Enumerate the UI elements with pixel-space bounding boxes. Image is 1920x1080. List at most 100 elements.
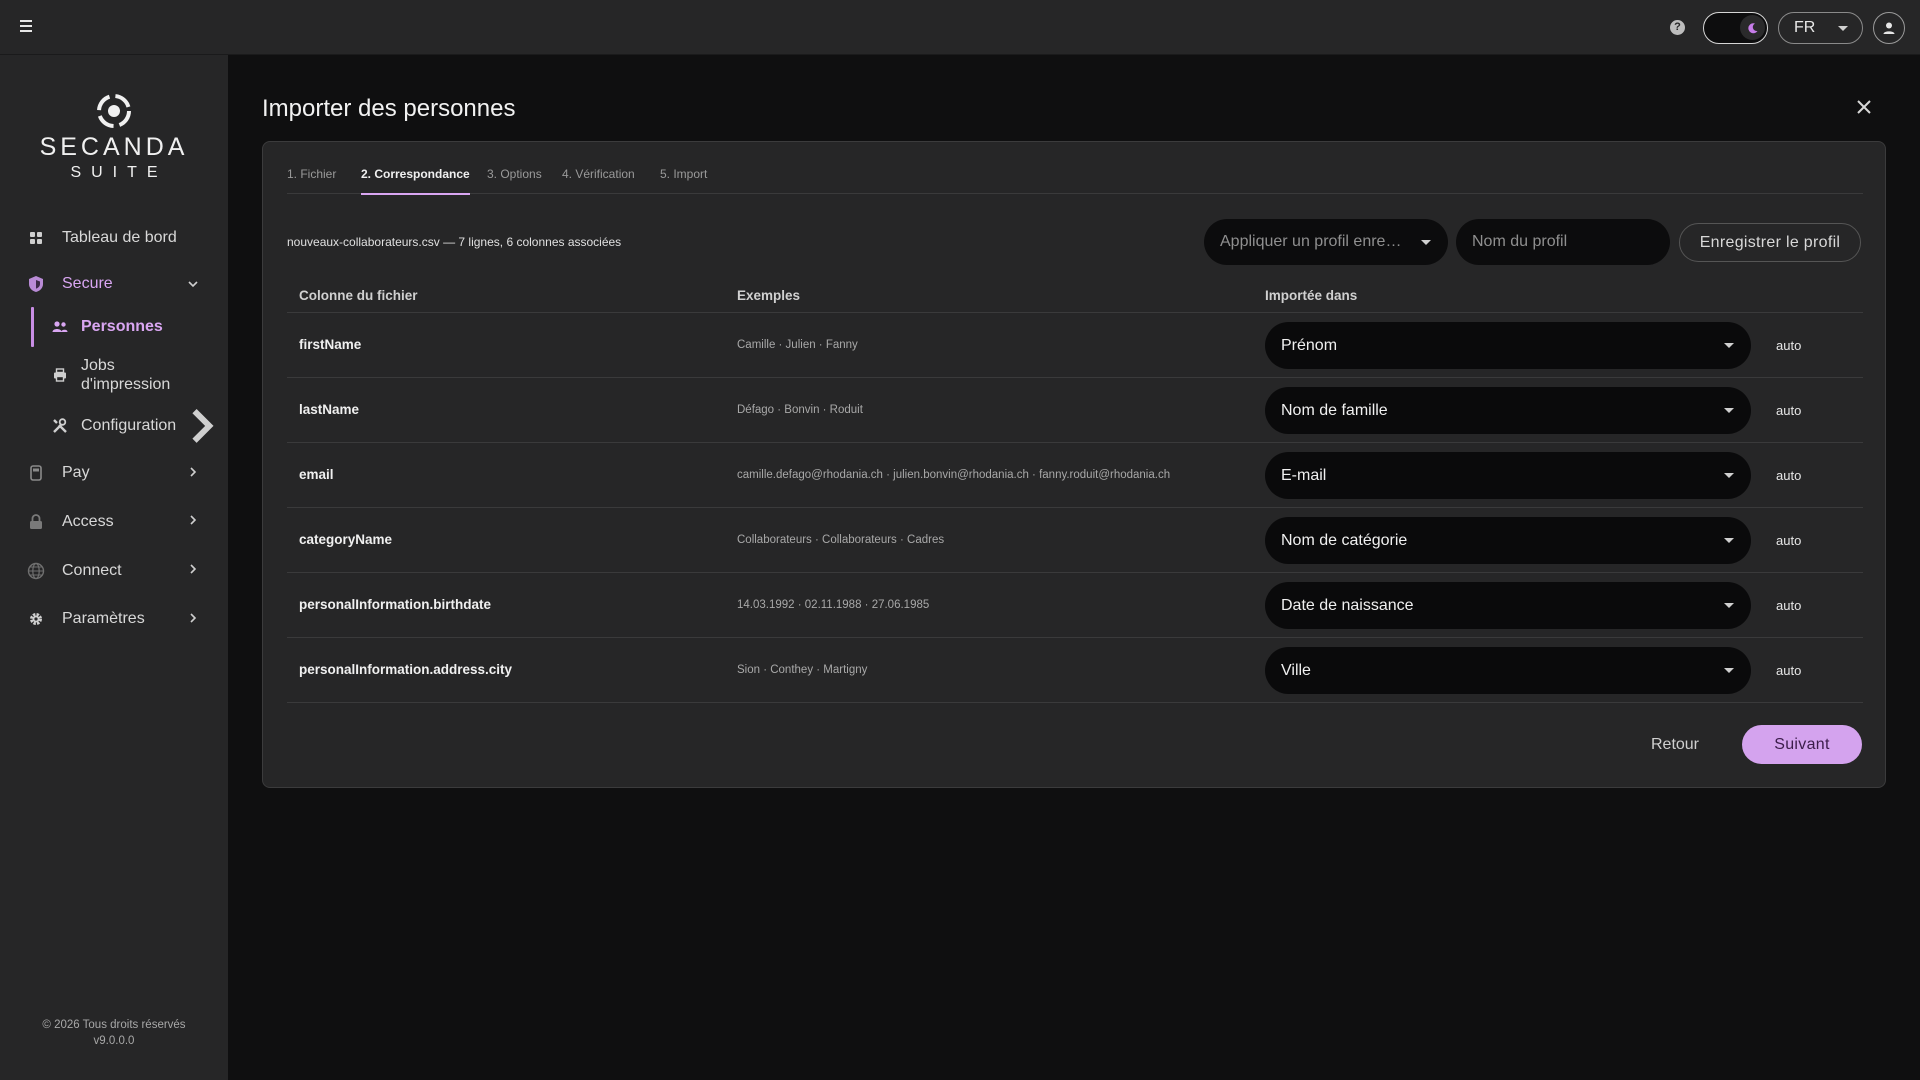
globe-icon [27, 562, 45, 580]
chevron-down-icon [1838, 26, 1848, 31]
chevron-right-icon [192, 409, 214, 443]
language-value: FR [1794, 19, 1816, 36]
gear-icon [27, 610, 45, 628]
target-field-select[interactable]: Nom de famille [1265, 387, 1751, 434]
chevron-right-icon [190, 467, 197, 477]
sidebar-item-configuration[interactable]: Configuration [0, 403, 228, 449]
logo-subtext: SUITE [70, 164, 168, 181]
file-column-name: lastName [299, 402, 360, 417]
table-row: personalInformation.birthdate 14.03.1992… [287, 573, 1863, 638]
column-examples: Collaborateurs · Collaborateurs · Cadres [737, 534, 945, 546]
file-column-name: firstName [299, 337, 362, 352]
page-title: Importer des personnes [262, 95, 516, 122]
target-field-value: E-mail [1281, 467, 1327, 484]
save-profile-button[interactable]: Enregistrer le profil [1679, 223, 1861, 262]
copyright-text: © 2026 Tous droits réservés [42, 1019, 186, 1031]
sidebar-item-access[interactable]: Access [0, 497, 228, 546]
close-icon[interactable] [1855, 98, 1873, 116]
sidebar-item-label: Connect [62, 561, 122, 579]
column-examples: Défago · Bonvin · Roduit [737, 404, 863, 416]
stepper-tabs: 1. Fichier 2. Correspondance 3. Options … [287, 142, 1863, 195]
mapping-mode-label: auto [1776, 338, 1802, 353]
tools-icon [52, 418, 68, 434]
sidebar-item-label: Configuration [81, 417, 177, 434]
column-examples: Camille · Julien · Fanny [737, 339, 858, 351]
file-column-name: personalInformation.address.city [299, 662, 513, 677]
sidebar-item-secure[interactable]: Secure [0, 261, 228, 307]
tab-import[interactable]: 5. Import [660, 167, 707, 194]
sidebar-item-label: Secure [62, 275, 113, 292]
tab-correspondance[interactable]: 2. Correspondance [361, 167, 470, 195]
theme-toggle[interactable] [1703, 12, 1768, 44]
moon-icon [1740, 15, 1765, 40]
target-field-value: Ville [1281, 662, 1311, 679]
chevron-down-icon [188, 281, 198, 288]
target-field-select[interactable]: Date de naissance [1265, 582, 1751, 629]
dashboard-icon [27, 229, 45, 247]
column-examples: 14.03.1992 · 02.11.1988 · 27.06.1985 [737, 599, 930, 611]
column-header-target: Importée dans [1265, 288, 1358, 303]
secanda-logo-icon [94, 91, 134, 131]
chevron-down-icon [1421, 240, 1431, 245]
user-icon[interactable] [1873, 12, 1905, 44]
sidebar-item-label: Access [62, 512, 114, 530]
chevron-down-icon [1724, 538, 1734, 543]
target-field-select[interactable]: Nom de catégorie [1265, 517, 1751, 564]
target-field-select[interactable]: Ville [1265, 647, 1751, 694]
file-column-name: categoryName [299, 532, 393, 547]
chevron-down-icon [1724, 473, 1734, 478]
chevron-right-icon [190, 564, 197, 574]
profile-name-input[interactable] [1456, 219, 1670, 265]
column-examples: Sion · Conthey · Martigny [737, 664, 868, 676]
printer-icon [52, 367, 68, 383]
table-row: categoryName Collaborateurs · Collaborat… [287, 508, 1863, 573]
sidebar-item-label: Paramètres [62, 610, 145, 627]
next-button[interactable]: Suivant [1742, 725, 1862, 764]
lock-icon [27, 513, 45, 531]
mapping-mode-label: auto [1776, 663, 1802, 678]
sidebar-item-label: Pay [62, 464, 90, 481]
sidebar-item-dashboard[interactable]: Tableau de bord [0, 215, 228, 261]
mapping-mode-label: auto [1776, 533, 1802, 548]
sidebar-item-parametres[interactable]: Paramètres [0, 595, 228, 643]
column-header-examples: Exemples [737, 288, 801, 303]
sidebar-item-jobs-impression[interactable]: Jobs d'impression [0, 347, 228, 403]
hamburger-icon[interactable] [16, 17, 36, 37]
target-field-select[interactable]: Prénom [1265, 322, 1751, 369]
chevron-down-icon [1724, 343, 1734, 348]
help-circle-icon[interactable]: ? [1670, 20, 1685, 35]
file-column-name: email [299, 467, 334, 482]
sidebar-item-label: Personnes [81, 318, 163, 335]
language-select[interactable]: FR [1778, 12, 1863, 44]
payment-terminal-icon [27, 464, 45, 482]
tab-options[interactable]: 3. Options [487, 167, 542, 194]
target-field-value: Prénom [1281, 337, 1338, 354]
table-row: lastName Défago · Bonvin · Roduit Nom de… [287, 378, 1863, 443]
sidebar-item-pay[interactable]: Pay [0, 449, 228, 497]
profile-select[interactable]: Appliquer un profil enre… [1204, 219, 1448, 265]
table-row: personalInformation.address.city Sion · … [287, 638, 1863, 703]
shield-icon [27, 275, 45, 293]
logo-text: SECANDA [39, 133, 189, 161]
sidebar-item-label: Tableau de bord [62, 229, 177, 246]
sidebar-item-label: Jobs d'impression [81, 357, 171, 393]
sidebar-item-connect[interactable]: Connect [0, 546, 228, 595]
sidebar-nav: Tableau de bord Secure Personnes Jobs d'… [0, 215, 228, 643]
chevron-down-icon [1724, 668, 1734, 673]
back-button[interactable]: Retour [1625, 725, 1725, 764]
profile-select-placeholder: Appliquer un profil enre… [1220, 233, 1402, 250]
target-field-value: Date de naissance [1281, 597, 1414, 614]
mapping-mode-label: auto [1776, 468, 1802, 483]
chevron-right-icon [190, 515, 197, 525]
target-field-select[interactable]: E-mail [1265, 452, 1751, 499]
tab-verification[interactable]: 4. Vérification [562, 167, 635, 194]
mapping-mode-label: auto [1776, 403, 1802, 418]
version-text: v9.0.0.0 [93, 1035, 135, 1047]
sidebar-item-personnes[interactable]: Personnes [0, 307, 228, 347]
sidebar: SECANDA SUITE Tableau de bord Secure Per… [0, 55, 228, 1080]
file-info: nouveaux-collaborateurs.csv — 7 lignes, … [287, 235, 622, 249]
target-field-value: Nom de famille [1281, 402, 1388, 419]
tab-fichier[interactable]: 1. Fichier [287, 167, 336, 194]
chevron-right-icon [190, 613, 197, 623]
chevron-down-icon [1724, 408, 1734, 413]
